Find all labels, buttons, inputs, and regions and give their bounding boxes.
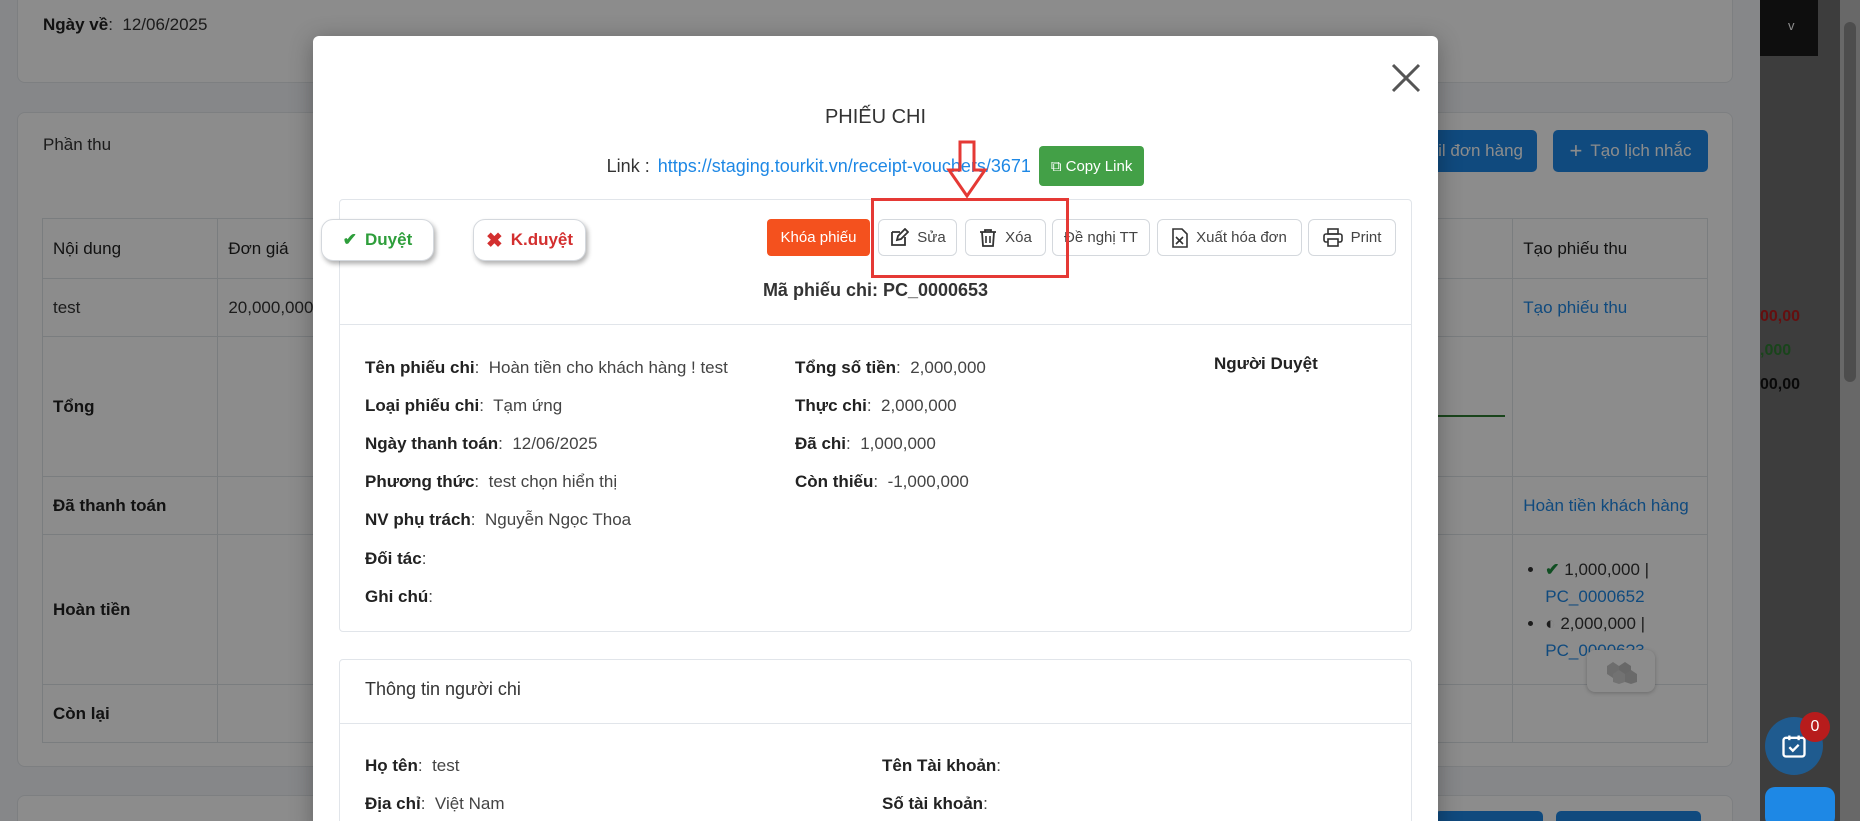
detail-staff: NV phụ trách: Nguyễn Ngọc Thoa bbox=[365, 510, 632, 529]
copy-link-button[interactable]: ⧉ Copy Link bbox=[1038, 146, 1145, 186]
approver-label: Người Duyệt bbox=[1214, 354, 1318, 373]
arrow-down-icon bbox=[946, 140, 988, 198]
approve-button[interactable]: ✔ Duyệt bbox=[321, 219, 434, 261]
notification-badge: 0 bbox=[1800, 712, 1830, 742]
lock-voucher-button[interactable]: Khóa phiếu bbox=[767, 219, 870, 256]
detail-voucher-type: Loại phiếu chi: Tạm ứng bbox=[365, 396, 563, 415]
payer-info-title: Thông tin người chi bbox=[365, 679, 521, 699]
close-icon[interactable] bbox=[1384, 56, 1428, 100]
detail-method: Phương thức: test chọn hiển thị bbox=[365, 472, 618, 491]
divider bbox=[340, 723, 1411, 724]
detail-actual-paid: Thực chi: 2,000,000 bbox=[795, 396, 957, 415]
export-invoice-button[interactable]: Xuất hóa đơn bbox=[1157, 219, 1302, 256]
detail-note: Ghi chú: bbox=[365, 587, 434, 606]
check-icon: ✔ bbox=[342, 230, 357, 249]
x-icon: ✖ bbox=[485, 229, 503, 252]
detail-payment-date: Ngày thanh toán: 12/06/2025 bbox=[365, 434, 598, 453]
copy-icon: ⧉ bbox=[1050, 157, 1062, 175]
detail-partner: Đối tác: bbox=[365, 549, 427, 568]
voucher-link-row: Link : https://staging.tourkit.vn/receip… bbox=[313, 146, 1438, 186]
payment-request-button[interactable]: Đề nghị TT bbox=[1052, 219, 1150, 256]
print-button[interactable]: Print bbox=[1308, 219, 1396, 256]
file-excel-icon bbox=[1172, 227, 1188, 248]
detail-voucher-name: Tên phiếu chi: Hoàn tiền cho khách hàng … bbox=[365, 358, 728, 377]
phone-button[interactable] bbox=[1765, 787, 1835, 821]
voucher-code: Mã phiếu chi: PC_0000653 bbox=[762, 280, 989, 300]
printer-icon bbox=[1322, 227, 1343, 247]
payer-account-name: Tên Tài khoản: bbox=[882, 756, 1002, 775]
detail-remaining: Còn thiếu: -1,000,000 bbox=[795, 472, 969, 491]
modal-title: PHIẾU CHI bbox=[824, 106, 927, 128]
payment-voucher-modal: PHIẾU CHI Link : https://staging.tourkit… bbox=[313, 36, 1438, 821]
payer-name: Họ tên: test bbox=[365, 756, 460, 775]
reject-button[interactable]: ✖ K.duyệt bbox=[473, 219, 586, 261]
delete-button[interactable]: Xóa bbox=[965, 219, 1046, 256]
detail-paid: Đã chi: 1,000,000 bbox=[795, 434, 936, 453]
divider bbox=[340, 324, 1411, 325]
detail-total-amount: Tổng số tiền: 2,000,000 bbox=[795, 358, 986, 377]
edit-button[interactable]: Sửa bbox=[878, 219, 957, 256]
payer-account-number: Số tài khoản: bbox=[882, 794, 988, 813]
edit-icon bbox=[891, 227, 910, 246]
trash-icon bbox=[980, 228, 997, 247]
payer-address: Địa chỉ: Việt Nam bbox=[365, 794, 505, 813]
